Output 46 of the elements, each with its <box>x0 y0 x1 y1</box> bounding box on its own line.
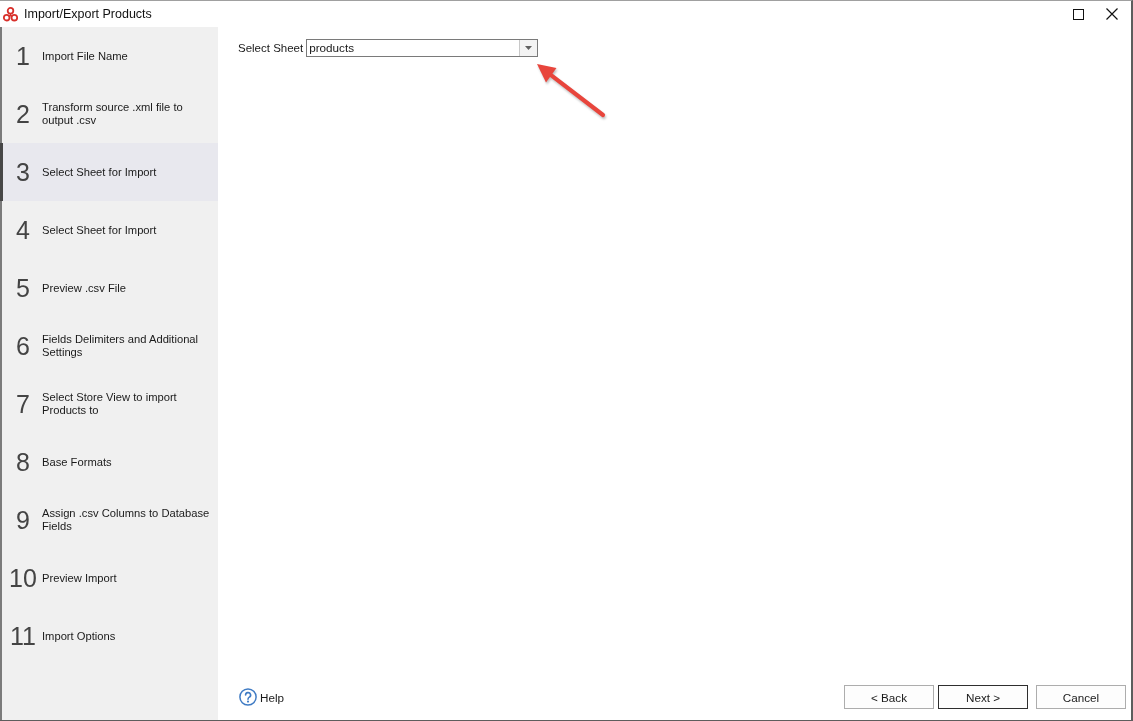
step-item[interactable]: 10 Preview Import <box>0 549 218 607</box>
step-number: 11 <box>9 622 37 650</box>
maximize-icon[interactable] <box>1073 8 1084 20</box>
step-number: 8 <box>15 448 31 476</box>
back-button[interactable]: < Back <box>844 685 934 709</box>
step-item[interactable]: 5 Preview .csv File <box>0 259 218 317</box>
step-label: Import File Name <box>42 49 129 63</box>
step-label: Assign .csv Columns to Database Fields <box>42 507 211 533</box>
window-title: Import/Export Products <box>24 7 152 21</box>
step-number: 4 <box>15 216 31 244</box>
step-number: 5 <box>15 274 31 302</box>
step-label: Preview .csv File <box>42 281 127 295</box>
step-item[interactable]: 1 Import File Name <box>0 27 218 85</box>
step-label: Fields Delimiters and Additional Settings <box>42 333 200 359</box>
step-label: Preview Import <box>42 571 118 585</box>
step-label: Select Sheet for Import <box>42 223 158 237</box>
step-number: 9 <box>15 506 31 534</box>
step-item[interactable]: 8 Base Formats <box>0 433 218 491</box>
dropdown-button[interactable] <box>519 40 538 56</box>
step-number: 3 <box>15 158 31 186</box>
step-item[interactable]: 4 Select Sheet for Import <box>0 201 218 259</box>
next-button[interactable]: Next > <box>938 685 1028 709</box>
step-item[interactable]: 9 Assign .csv Columns to Database Fields <box>0 491 218 549</box>
step-item[interactable]: 7 Select Store View to import Products to <box>0 375 218 433</box>
cancel-button[interactable]: Cancel <box>1036 685 1126 709</box>
help-link[interactable]: Help <box>239 688 285 706</box>
step-number: 6 <box>15 332 31 360</box>
step-label: Select Sheet for Import <box>42 165 158 179</box>
step-label: Import Options <box>42 629 117 643</box>
step-label: Select Store View to import Products to <box>42 391 178 417</box>
step-item[interactable]: 2 Transform source .xml file to output .csv <box>0 85 218 143</box>
step-number: 1 <box>15 42 31 70</box>
step-number: 7 <box>15 390 31 418</box>
step-number: 10 <box>8 564 38 592</box>
step-item[interactable]: 11 Import Options <box>0 607 218 665</box>
help-icon <box>239 688 257 706</box>
sheet-dropdown[interactable]: products <box>306 39 539 57</box>
step-item[interactable]: 3 Select Sheet for Import <box>0 143 218 201</box>
step-item[interactable]: 6 Fields Delimiters and Additional Settings <box>0 317 218 375</box>
step-label: Base Formats <box>42 455 113 469</box>
sheet-label: Select Sheet <box>238 42 304 54</box>
close-icon[interactable] <box>1106 8 1118 20</box>
logo-icon <box>3 6 18 22</box>
step-label: Transform source .xml file to output .csv <box>42 101 184 127</box>
step-number: 2 <box>15 100 31 128</box>
caret-icon <box>525 46 533 50</box>
